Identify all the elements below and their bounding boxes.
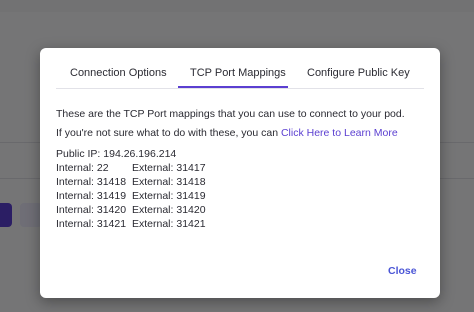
- help-text-prefix: If you're not sure what to do with these…: [56, 127, 281, 139]
- learn-more-link[interactable]: Click Here to Learn More: [281, 127, 398, 139]
- internal-port: Internal: 31421: [56, 218, 127, 230]
- tab-connection-options[interactable]: Connection Options: [70, 67, 167, 79]
- external-port: External: 31421: [132, 218, 206, 230]
- internal-port: Internal: 22: [56, 162, 109, 174]
- external-port: External: 31419: [132, 190, 206, 202]
- intro-text: These are the TCP Port mappings that you…: [56, 108, 405, 120]
- tcp-port-mappings-modal: Connection Options TCP Port Mappings Con…: [40, 48, 440, 298]
- external-port: External: 31417: [132, 162, 206, 174]
- external-port: External: 31418: [132, 176, 206, 188]
- active-tab-indicator: [178, 86, 288, 88]
- internal-port: Internal: 31418: [56, 176, 127, 188]
- close-button[interactable]: Close: [388, 265, 417, 277]
- modal-tabs: Connection Options TCP Port Mappings Con…: [56, 48, 424, 89]
- internal-port: Internal: 31420: [56, 204, 127, 216]
- public-ip: Public IP: 194.26.196.214: [56, 148, 177, 160]
- external-port: External: 31420: [132, 204, 206, 216]
- internal-port: Internal: 31419: [56, 190, 127, 202]
- help-text: If you're not sure what to do with these…: [56, 127, 398, 139]
- tab-configure-public-key[interactable]: Configure Public Key: [307, 67, 410, 79]
- tab-tcp-port-mappings[interactable]: TCP Port Mappings: [190, 67, 286, 79]
